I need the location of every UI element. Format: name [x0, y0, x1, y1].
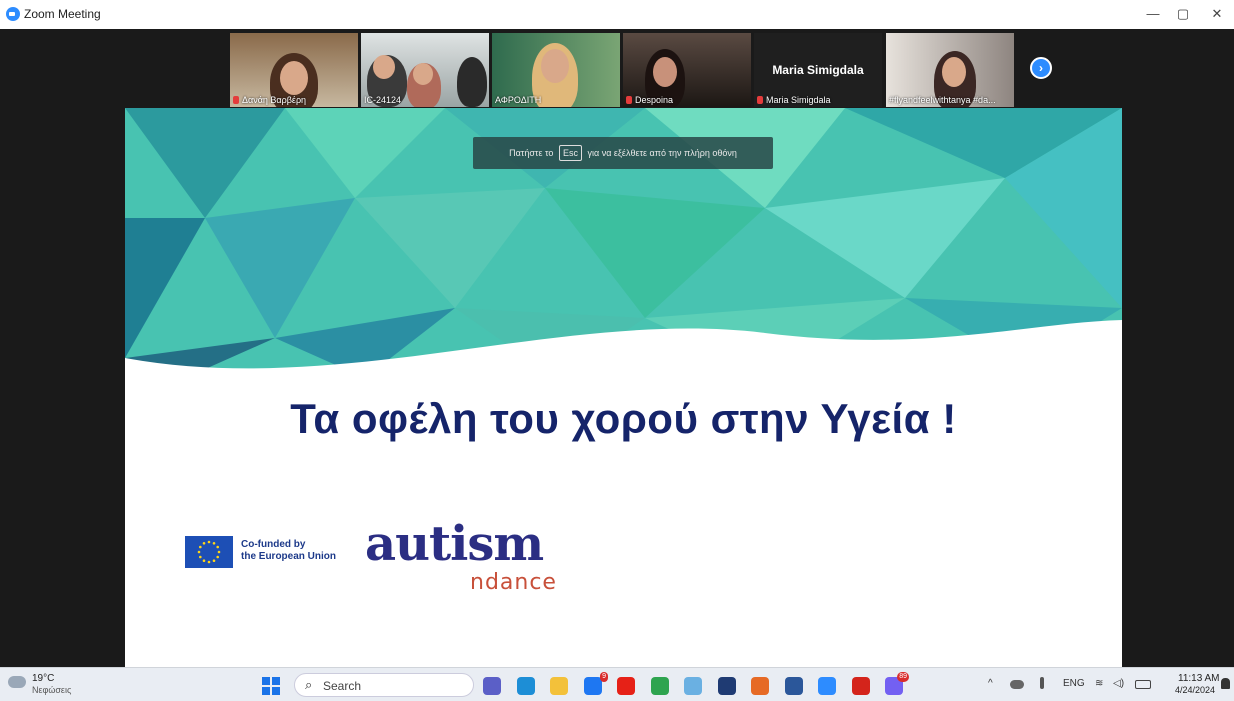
zoom-icon[interactable] — [818, 677, 836, 695]
autism-logo: autism — [365, 516, 544, 572]
microphone-icon[interactable] — [1040, 677, 1044, 689]
window-title: Zoom Meeting — [24, 7, 101, 21]
close-button[interactable]: ✕ — [1207, 5, 1227, 23]
participant-name: ΑΦΡΟΔΙΤΗ — [495, 95, 542, 105]
file-explorer-icon[interactable] — [550, 677, 568, 695]
weather-temperature[interactable]: 19°C — [32, 673, 54, 684]
edge-icon[interactable] — [517, 677, 535, 695]
acrobat-icon[interactable] — [852, 677, 870, 695]
snipping-tool-icon[interactable] — [684, 677, 702, 695]
title-bar: Zoom Meeting — ▢ ✕ — [0, 0, 1234, 29]
notification-badge: 89 — [897, 672, 909, 682]
language-indicator[interactable]: ENG — [1063, 678, 1085, 689]
clock-date[interactable]: 4/24/2024 — [1175, 685, 1215, 695]
participant-name: Despoina — [635, 95, 674, 105]
cloud-icon[interactable] — [8, 676, 26, 688]
participant-tile[interactable]: IC-24124 — [361, 33, 489, 107]
participant-name: Maria Simigdala — [766, 95, 831, 105]
wifi-icon[interactable]: ≋ — [1095, 678, 1103, 689]
taskbar-search[interactable]: ⌕ Search — [294, 673, 474, 697]
notification-badge: 9 — [600, 672, 608, 682]
zoom-logo-icon — [6, 7, 20, 21]
volume-icon[interactable]: ◁) — [1113, 678, 1124, 689]
onedrive-icon[interactable] — [1010, 680, 1024, 689]
chevron-right-icon[interactable]: › — [1030, 57, 1052, 79]
messenger-icon[interactable]: 9 — [584, 672, 608, 695]
notification-bell-icon[interactable] — [1221, 678, 1230, 689]
viber-icon[interactable]: 89 — [885, 672, 909, 695]
tray-overflow-chevron[interactable]: ^ — [988, 678, 993, 689]
eu-cofunded-text: Co-funded by the European Union — [241, 539, 336, 562]
fullscreen-exit-toast: Πατήστε το Esc για να εξέλθετε από την π… — [473, 137, 773, 169]
security-icon[interactable] — [718, 677, 736, 695]
search-label: Search — [323, 679, 362, 693]
slide-title: Τα οφέλη του χορού στην Υγεία ! — [290, 395, 957, 442]
windows-start-icon[interactable] — [262, 677, 280, 695]
participant-tile[interactable]: Maria Simigdala Maria Simigdala — [754, 33, 882, 107]
participant-tile[interactable]: Despoina — [623, 33, 751, 107]
chrome-icon[interactable] — [651, 677, 669, 695]
restore-button[interactable]: ▢ — [1173, 5, 1193, 23]
esc-key-hint: Esc — [558, 145, 582, 161]
participant-tile[interactable]: ΑΦΡΟΔΙΤΗ — [492, 33, 620, 107]
participant-name: #flyandfeelwithtanya #da... — [889, 95, 996, 105]
youtube-icon[interactable] — [617, 677, 635, 695]
participant-tile[interactable]: Δανάη Βαρβέρη — [230, 33, 358, 107]
participant-name: Δανάη Βαρβέρη — [242, 95, 307, 105]
search-icon: ⌕ — [305, 677, 313, 692]
word-icon[interactable] — [785, 677, 803, 695]
muted-mic-icon — [757, 96, 763, 104]
clock-time[interactable]: 11:13 AM — [1178, 673, 1220, 684]
muted-mic-icon — [626, 96, 632, 104]
taskbar: 19°C Νεφώσεις ⌕ Search 9 89 ^ ENG ≋ ◁) 11… — [0, 667, 1234, 701]
muted-mic-icon — [233, 96, 239, 104]
weather-description[interactable]: Νεφώσεις — [32, 685, 71, 695]
eu-flag-icon — [185, 536, 233, 568]
minimize-button[interactable]: — — [1143, 5, 1163, 23]
battery-icon[interactable] — [1135, 680, 1151, 689]
participant-name: IC-24124 — [364, 95, 402, 105]
teams-icon[interactable] — [483, 677, 501, 695]
indance-logo: ndance — [470, 570, 557, 595]
shared-slide: Πατήστε το Esc για να εξέλθετε από την π… — [125, 108, 1122, 669]
participant-display-name: Maria Simigdala — [772, 63, 864, 77]
participant-tile[interactable]: #flyandfeelwithtanya #da... — [886, 33, 1014, 107]
firefox-icon[interactable] — [751, 677, 769, 695]
